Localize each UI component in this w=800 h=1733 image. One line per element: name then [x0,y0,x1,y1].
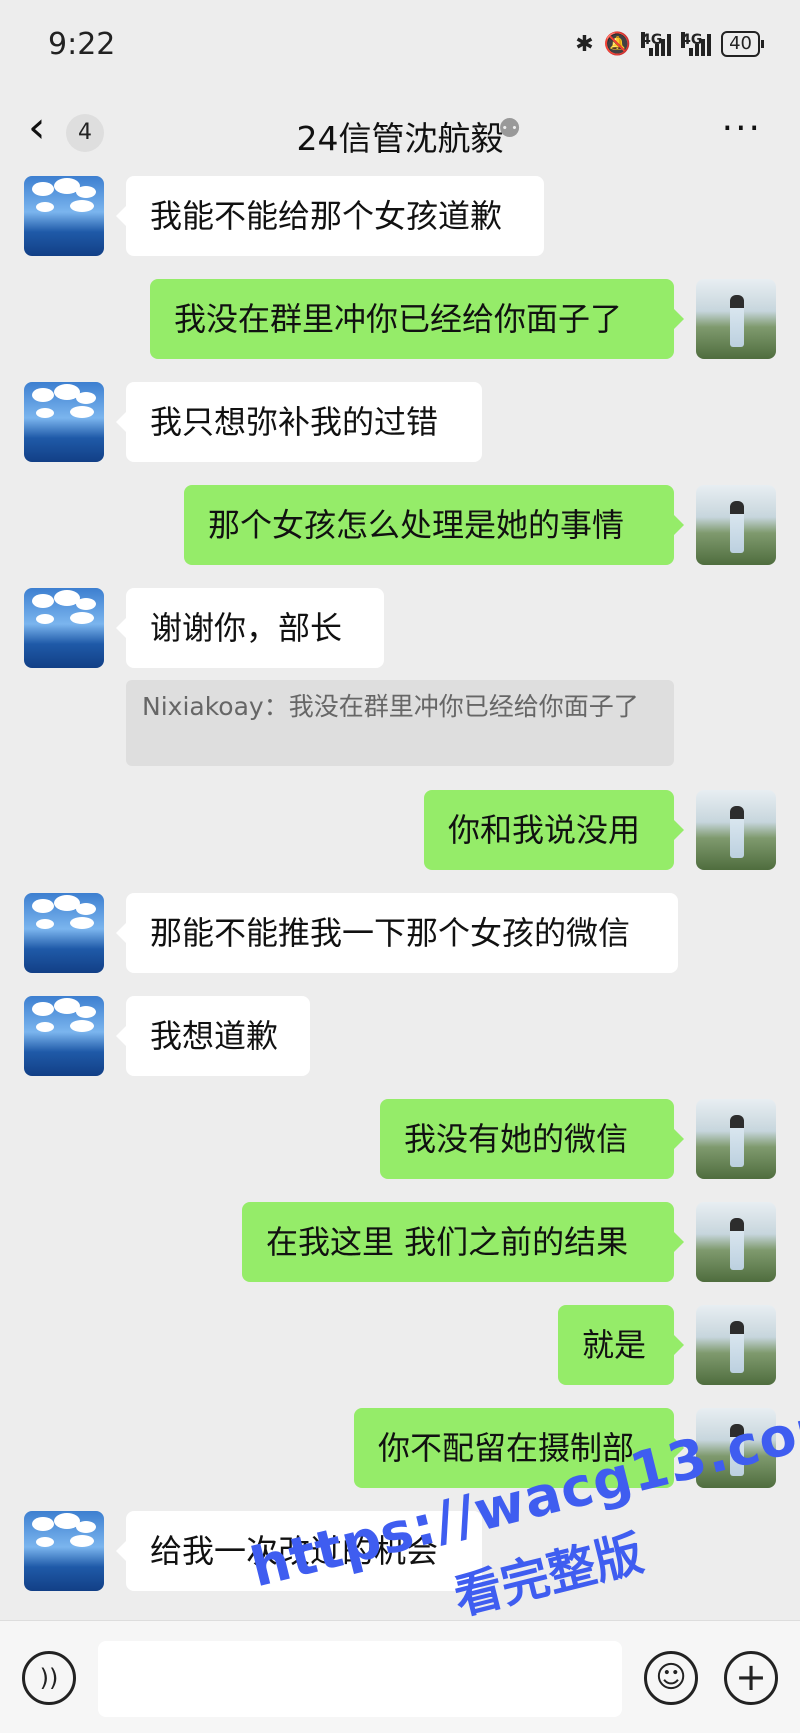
sent-message-bubble[interactable]: 我没有她的微信 [380,1099,684,1179]
signal-icon: 4G [641,32,672,56]
contact-avatar[interactable] [24,893,104,973]
signal-icon: 4G [681,32,712,56]
my-avatar[interactable] [696,1202,776,1282]
plus-icon[interactable]: + [724,1651,778,1705]
received-message-bubble[interactable]: 我只想弥补我的过错 [116,382,482,462]
battery-icon: 40 [721,31,764,57]
contact-avatar[interactable] [24,588,104,668]
emoji-icon[interactable]: ☺ [644,1651,698,1705]
sent-message-bubble[interactable]: 在我这里 我们之前的结果 [242,1202,684,1282]
received-message-bubble[interactable]: 我想道歉 [116,996,310,1076]
sent-message-bubble[interactable]: 你不配留在摄制部 [354,1408,684,1488]
chat-title: 24信管沈航毅 [296,119,504,158]
network-type-label: 4G [681,32,703,48]
quoted-reply: Nixiakoay：我没在群里冲你已经给你面子了 [126,680,674,766]
voice-icon[interactable]: )) [22,1651,76,1705]
chat-header: ‹ 4 24信管沈航毅 ⚉ ··· [0,88,800,178]
my-avatar[interactable] [696,485,776,565]
sent-message-bubble[interactable]: 就是 [558,1305,684,1385]
message-input[interactable] [98,1641,622,1717]
status-bar: 9:22 ✱ 🔕 4G 4G 40 [0,0,800,88]
ear-icon: ⚉ [498,114,522,144]
received-message-bubble[interactable]: 那能不能推我一下那个女孩的微信 [116,893,678,973]
contact-avatar[interactable] [24,1511,104,1591]
contact-avatar[interactable] [24,176,104,256]
my-avatar[interactable] [696,1408,776,1488]
bluetooth-icon: ✱ [575,31,594,57]
contact-avatar[interactable] [24,382,104,462]
input-bar: )) ☺ + [0,1620,800,1733]
more-dots-icon[interactable]: ··· [722,108,762,149]
received-message-bubble[interactable]: 我能不能给那个女孩道歉 [116,176,544,256]
sent-message-bubble[interactable]: 那个女孩怎么处理是她的事情 [184,485,684,565]
my-avatar[interactable] [696,1305,776,1385]
sent-message-bubble[interactable]: 我没在群里冲你已经给你面子了 [150,279,684,359]
my-avatar[interactable] [696,790,776,870]
status-icons: ✱ 🔕 4G 4G 40 [575,31,764,57]
my-avatar[interactable] [696,1099,776,1179]
received-message-bubble[interactable]: 谢谢你，部长 [116,588,384,668]
contact-avatar[interactable] [24,996,104,1076]
network-type-label: 4G [641,32,663,48]
received-message-bubble[interactable]: 给我一次改过的机会 [116,1511,482,1591]
status-time: 9:22 [48,26,116,62]
mute-bell-icon: 🔕 [603,31,632,57]
sent-message-bubble[interactable]: 你和我说没用 [424,790,684,870]
my-avatar[interactable] [696,279,776,359]
